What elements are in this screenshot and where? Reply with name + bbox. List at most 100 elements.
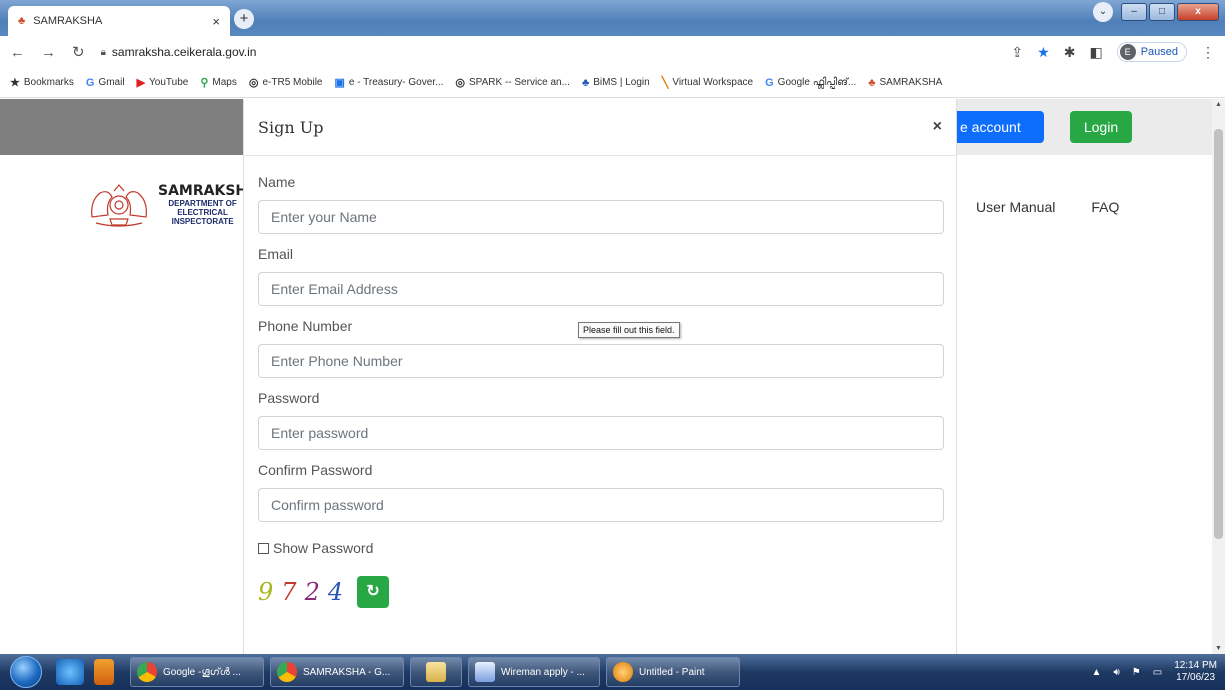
bookmark-bims[interactable]: ♣ BiMS | Login xyxy=(582,77,650,89)
bookmark-maps[interactable]: ⚲ Maps xyxy=(200,76,237,89)
taskbar-item-wireman[interactable]: Wireman apply - ... xyxy=(468,657,600,687)
nav-user-manual-link[interactable]: User Manual xyxy=(976,199,1055,215)
modal-header: Sign Up × xyxy=(244,99,956,156)
document-icon xyxy=(475,662,495,682)
menu-kebab-icon[interactable]: ⋮ xyxy=(1201,44,1215,61)
bookmark-etr5[interactable]: ◎ e-TR5 Mobile xyxy=(249,76,323,89)
bookmark-gmail[interactable]: G Gmail xyxy=(86,77,125,89)
bookmarks-bar: ★ Bookmarks G Gmail ▶ YouTube ⚲ Maps ◎ e-TR5 … xyxy=(0,68,1225,98)
show-password-checkbox[interactable] xyxy=(258,542,269,554)
refresh-captcha-button[interactable]: ↻ xyxy=(357,576,390,608)
scroll-up-icon[interactable]: ▲ xyxy=(1215,101,1222,108)
internet-explorer-icon[interactable] xyxy=(56,659,84,685)
bookmark-etreasury[interactable]: ▣ e - Treasury- Gover... xyxy=(335,76,444,89)
password-placeholder: Enter password xyxy=(271,425,369,441)
taskbar-item-paint[interactable]: Untitled - Paint xyxy=(606,657,740,687)
tab-search-chevron-icon[interactable]: ⌄ xyxy=(1093,2,1113,22)
tab-close-icon[interactable]: × xyxy=(212,14,220,29)
clock-time: 12:14 PM xyxy=(1174,660,1217,671)
captcha-char: 2 xyxy=(304,578,328,606)
new-tab-button[interactable]: + xyxy=(234,9,254,29)
bookmark-google-translate[interactable]: G Google ഫ്ലിപ്പിങ്... xyxy=(765,77,856,89)
lock-icon[interactable]: 🔒︎ xyxy=(101,47,106,58)
bookmark-star-icon[interactable]: ★ xyxy=(1037,44,1050,61)
url-field[interactable]: 🔒︎ samraksha.ceikerala.gov.in xyxy=(101,45,996,59)
address-bar-row: ← → ↻ 🔒︎ samraksha.ceikerala.gov.in ⇪ ★ … xyxy=(0,36,1225,68)
show-hidden-icons-icon[interactable]: ▲ xyxy=(1092,667,1102,678)
paint-icon xyxy=(613,662,633,682)
page-scrollbar[interactable]: ▲ ▼ xyxy=(1212,99,1225,654)
window-controls: ⌄ – □ x xyxy=(1093,2,1219,22)
taskbar-item-label: Wireman apply - ... xyxy=(501,666,585,678)
name-placeholder: Enter your Name xyxy=(271,209,377,225)
captcha-char: 7 xyxy=(281,578,305,606)
youtube-icon: ▶ xyxy=(136,77,146,89)
clock[interactable]: 12:14 PM 17/06/23 xyxy=(1174,660,1217,684)
taskbar-item-samraksha[interactable]: SAMRAKSHA - G... xyxy=(270,657,404,687)
action-center-flag-icon[interactable]: ⚑ xyxy=(1132,667,1141,678)
email-placeholder: Enter Email Address xyxy=(271,281,398,297)
extensions-puzzle-icon[interactable]: ✱ xyxy=(1064,44,1076,61)
email-input[interactable]: Enter Email Address xyxy=(258,272,944,306)
site-nav: User Manual FAQ xyxy=(976,199,1119,215)
browser-tab-strip: ♣ SAMRAKSHA × + ⌄ – □ x xyxy=(0,0,1225,36)
taskbar-item-google-translate[interactable]: Google -ഗൂഗ്ൾ ... xyxy=(130,657,264,687)
nav-faq-link[interactable]: FAQ xyxy=(1091,199,1119,215)
scrollbar-thumb[interactable] xyxy=(1214,129,1223,539)
side-panel-icon[interactable]: ◧ xyxy=(1089,44,1102,61)
phone-placeholder: Enter Phone Number xyxy=(271,353,403,369)
taskbar-item-explorer[interactable] xyxy=(410,657,462,687)
taskbar-item-label: Google -ഗൂഗ്ൾ ... xyxy=(163,666,241,678)
logo-text: SAMRAKSH DEPARTMENT OF ELECTRICAL INSPEC… xyxy=(158,183,247,226)
minimize-button[interactable]: – xyxy=(1121,3,1147,21)
logo-subtitle-2: ELECTRICAL xyxy=(177,207,228,217)
modal-close-icon[interactable]: × xyxy=(933,118,942,136)
taskbar-item-label: Untitled - Paint xyxy=(639,666,705,678)
close-window-button[interactable]: x xyxy=(1177,3,1219,21)
bookmark-spark[interactable]: ◎ SPARK -- Service an... xyxy=(455,76,570,89)
maximize-button[interactable]: □ xyxy=(1149,3,1175,21)
taskbar-item-label: SAMRAKSHA - G... xyxy=(303,666,391,678)
bookmark-virtual-workspace[interactable]: ╲ Virtual Workspace xyxy=(662,76,753,89)
scroll-down-icon[interactable]: ▼ xyxy=(1215,645,1222,652)
windows-taskbar: Google -ഗൂഗ്ൾ ... SAMRAKSHA - G... Wirem… xyxy=(0,654,1225,690)
modal-title: Sign Up xyxy=(258,117,324,137)
bookmark-samraksha[interactable]: ♣ SAMRAKSHA xyxy=(868,77,942,89)
name-label: Name xyxy=(258,174,296,190)
browser-tab[interactable]: ♣ SAMRAKSHA × xyxy=(8,6,230,36)
bookmark-label: SAMRAKSHA xyxy=(879,77,943,88)
back-arrow-icon[interactable]: ← xyxy=(10,44,25,61)
password-input[interactable]: Enter password xyxy=(258,416,944,450)
globe-icon: ◎ xyxy=(248,77,259,89)
confirm-password-input[interactable]: Confirm password xyxy=(258,488,944,522)
share-icon[interactable]: ⇪ xyxy=(1011,44,1023,61)
network-icon[interactable]: ▭ xyxy=(1153,667,1162,678)
bookmark-label: SPARK -- Service an... xyxy=(469,77,570,88)
bookmark-label: Bookmarks xyxy=(23,77,74,88)
bookmark-label: e-TR5 Mobile xyxy=(262,77,323,88)
bookmark-bookmarks[interactable]: ★ Bookmarks xyxy=(10,76,74,89)
workspace-icon: ╲ xyxy=(661,77,669,89)
site-logo[interactable]: SAMRAKSH DEPARTMENT OF ELECTRICAL INSPEC… xyxy=(86,179,247,229)
forward-arrow-icon[interactable]: → xyxy=(41,44,56,61)
reload-icon[interactable]: ↻ xyxy=(72,43,85,61)
google-icon: G xyxy=(765,76,774,89)
create-account-button[interactable]: e account xyxy=(956,111,1044,143)
login-button[interactable]: Login xyxy=(1070,111,1132,143)
volume-icon[interactable]: 🔊︎ xyxy=(1113,667,1119,678)
profile-button[interactable]: E Paused xyxy=(1116,42,1187,62)
captcha-row: 9724 ↻ xyxy=(258,576,942,608)
treasury-icon: ▣ xyxy=(334,77,345,89)
chrome-icon xyxy=(277,662,297,682)
show-password-toggle[interactable]: Show Password xyxy=(258,540,942,556)
start-button[interactable] xyxy=(10,656,42,688)
kerala-emblem-icon xyxy=(91,184,147,227)
media-player-icon[interactable] xyxy=(94,659,114,685)
bookmark-label: YouTube xyxy=(149,77,189,88)
captcha-char: 9 xyxy=(258,578,282,606)
bookmark-label: Google ഫ്ലിപ്പിങ്... xyxy=(777,77,857,88)
phone-input[interactable]: Enter Phone Number xyxy=(258,344,944,378)
confirm-password-label: Confirm Password xyxy=(258,462,373,478)
bookmark-youtube[interactable]: ▶ YouTube xyxy=(137,76,189,89)
name-input[interactable]: Enter your Name xyxy=(258,200,944,234)
